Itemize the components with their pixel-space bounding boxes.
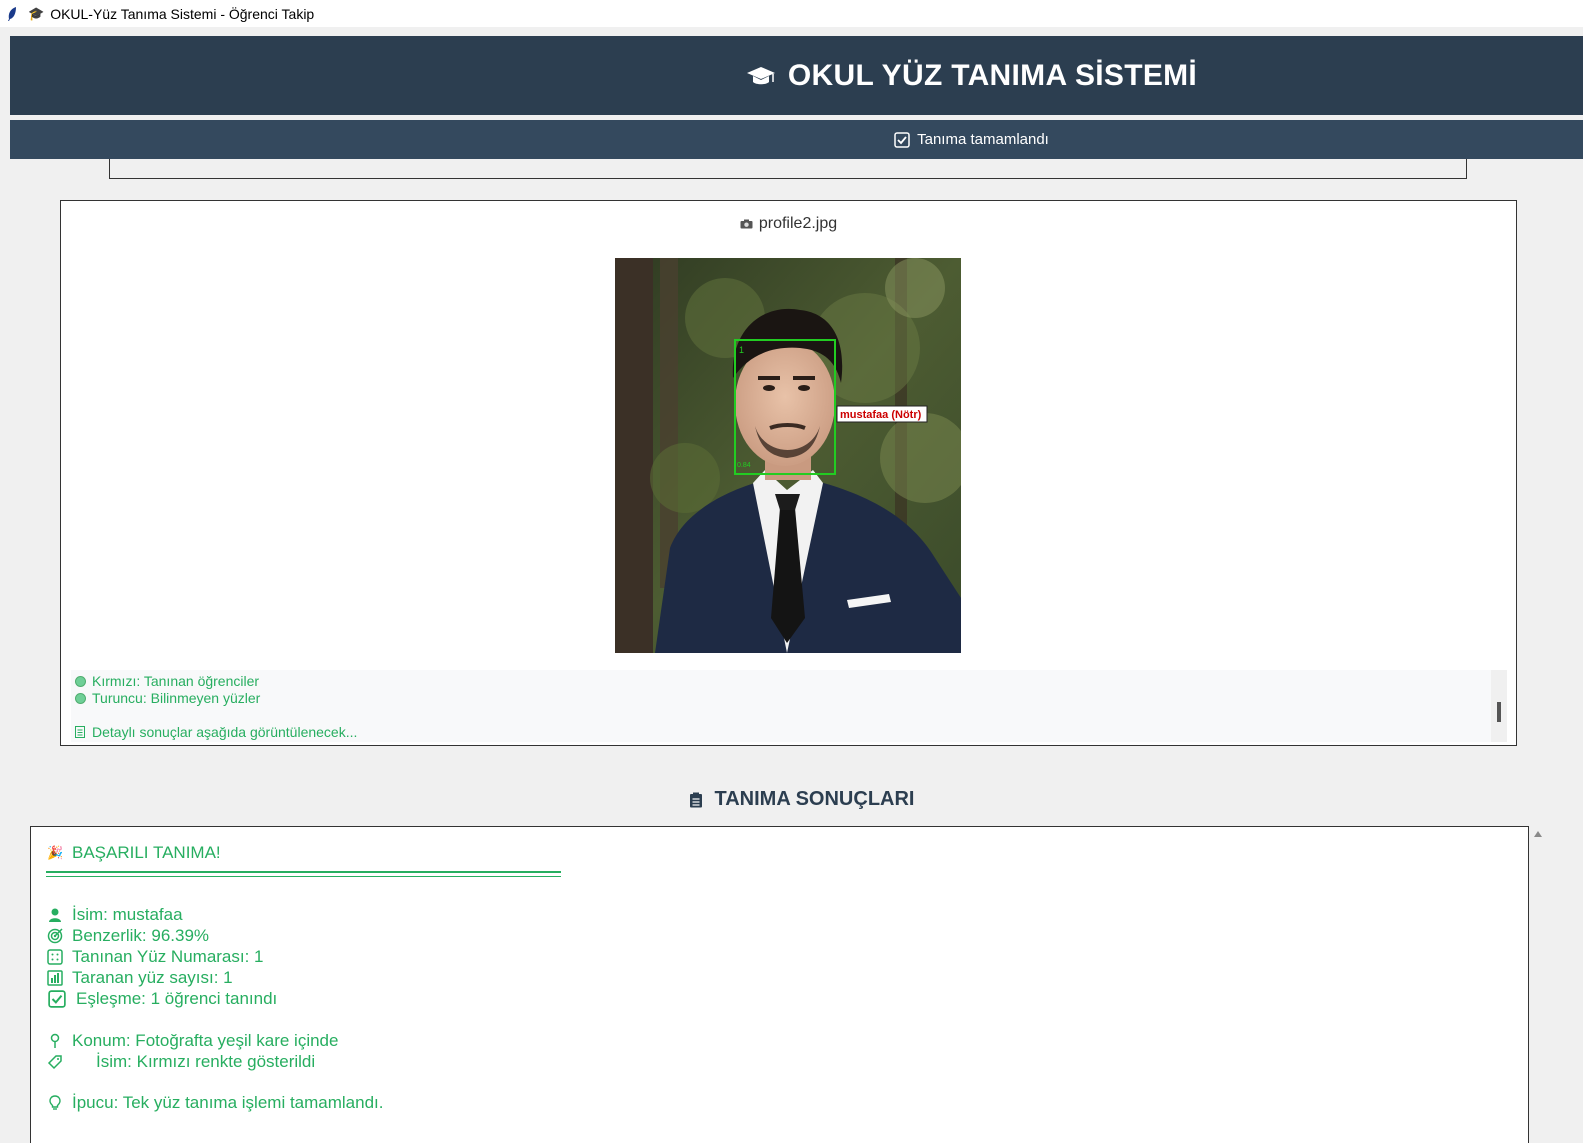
- app-header: OKUL YÜZ TANIMA SİSTEMİ: [10, 36, 1583, 115]
- clipboard-icon: [689, 792, 702, 807]
- app-title: OKUL YÜZ TANIMA SİSTEMİ: [787, 58, 1198, 92]
- scrollbar-thumb[interactable]: [1497, 702, 1501, 722]
- pin-icon: [50, 1033, 60, 1048]
- numbers-icon: [47, 949, 63, 965]
- tag-icon: [47, 1055, 62, 1070]
- green-dot-icon: [75, 675, 86, 687]
- result-name: İsim: mustafaa: [47, 905, 183, 925]
- graduation-cap-icon: [746, 66, 775, 84]
- face-label: mustafaa (Nötr): [840, 409, 922, 421]
- legend-scrollbar[interactable]: [1491, 670, 1507, 742]
- result-heading: 🎉 BAŞARILI TANIMA!: [47, 843, 221, 862]
- legend-orange: Turuncu: Bilinmeyen yüzler: [75, 690, 260, 706]
- result-similarity: Benzerlik: 96.39%: [47, 926, 209, 946]
- results-section-title: TANIMA SONUÇLARI: [0, 788, 1583, 814]
- person-icon: [49, 908, 61, 922]
- scroll-up-arrow-icon[interactable]: [1534, 831, 1542, 837]
- target-icon: [47, 928, 63, 944]
- document-icon: [75, 726, 85, 738]
- party-popper-icon: 🎉: [47, 845, 64, 860]
- face-score: 0.84: [737, 462, 751, 469]
- separator-line: [46, 871, 561, 877]
- graduation-cap-icon: 🎓: [28, 5, 45, 21]
- bar-chart-icon: [47, 970, 63, 986]
- camera-icon: [740, 219, 753, 229]
- green-dot-icon: [75, 692, 86, 704]
- result-face-number: Tanınan Yüz Numarası: 1: [47, 947, 264, 967]
- legend-box: Kırmızı: Tanınan öğrenciler Turuncu: Bil…: [71, 670, 1507, 742]
- result-scanned: Taranan yüz sayısı: 1: [47, 968, 233, 988]
- results-panel: 🎉 BAŞARILI TANIMA! İsim: mustafaa Benzer…: [30, 826, 1529, 1143]
- feather-icon: [8, 6, 16, 21]
- legend-details: Detaylı sonuçlar aşağıda görüntülenecek.…: [75, 724, 357, 740]
- face-id: 1: [739, 345, 744, 355]
- result-name-color: İsim: Kırmızı renkte gösterildi: [47, 1052, 315, 1072]
- checkbox-icon: [894, 131, 910, 148]
- image-filename: profile2.jpg: [61, 215, 1516, 233]
- window-title: OKUL-Yüz Tanıma Sistemi - Öğrenci Takip: [50, 5, 315, 22]
- status-bar: Tanıma tamamlandı: [10, 120, 1583, 159]
- result-location: Konum: Fotoğrafta yeşil kare içinde: [47, 1031, 338, 1051]
- checkbox-icon: [48, 990, 66, 1008]
- results-scrollbar[interactable]: [1530, 826, 1546, 1143]
- legend-red: Kırmızı: Tanınan öğrenciler: [75, 673, 259, 689]
- lightbulb-icon: [49, 1095, 61, 1110]
- image-panel: profile2.jpg 1 0.84 mustafaa (Nötr) Kırm…: [60, 200, 1517, 746]
- control-frame: [109, 159, 1467, 179]
- recognition-photo: 1 0.84 mustafaa (Nötr): [615, 258, 961, 653]
- result-match: Eşleşme: 1 öğrenci tanındı: [47, 989, 277, 1009]
- result-tip: İpucu: Tek yüz tanıma işlemi tamamlandı.: [47, 1093, 384, 1113]
- status-text: Tanıma tamamlandı: [917, 131, 1049, 148]
- window-titlebar: 🎓 OKUL-Yüz Tanıma Sistemi - Öğrenci Taki…: [0, 0, 1583, 27]
